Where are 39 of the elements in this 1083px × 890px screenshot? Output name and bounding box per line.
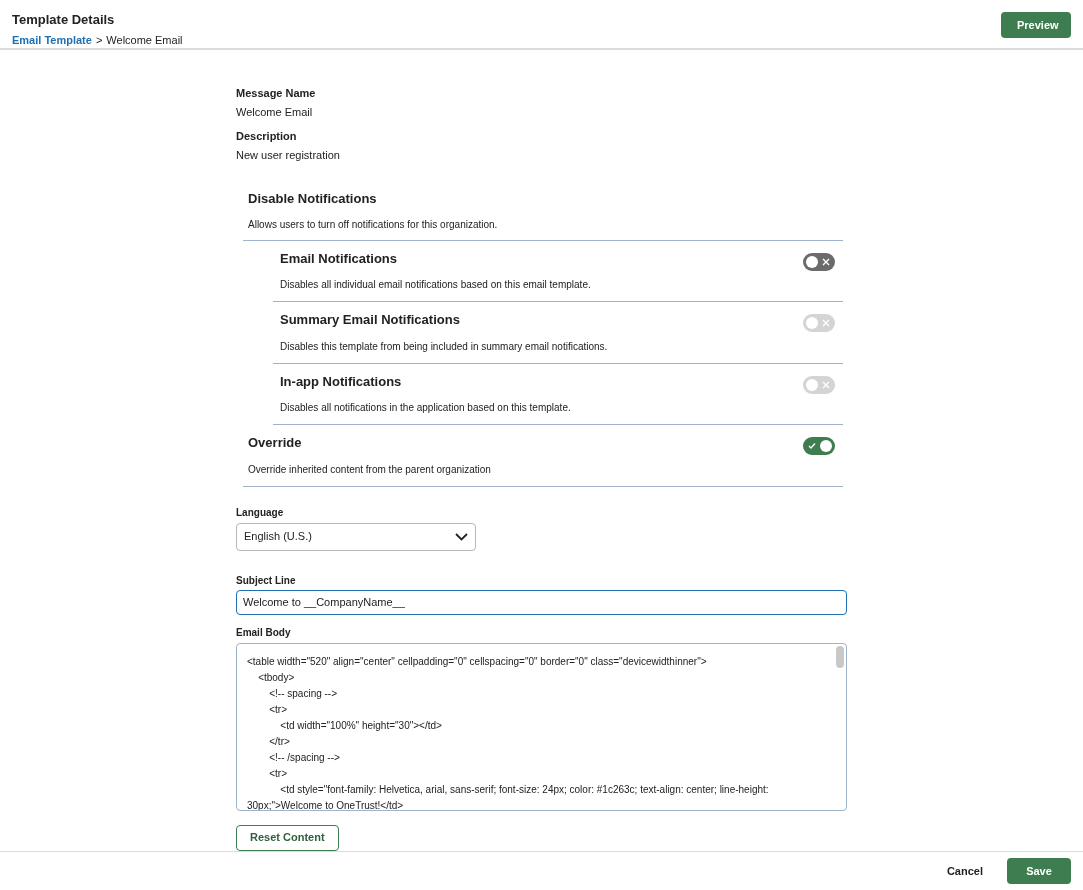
setting-description: Disables all notifications in the application based on this template. [280, 401, 571, 415]
toggle-knob [820, 440, 832, 452]
toggle-knob [806, 255, 818, 268]
save-button[interactable]: Save [1007, 857, 1071, 884]
field-label: Email Body [236, 625, 292, 640]
scrollbar-thumb[interactable] [836, 645, 844, 668]
close-icon [822, 257, 830, 266]
setting-title: Summary Email Notifications [280, 311, 461, 329]
toggle-knob [806, 378, 818, 391]
close-icon [822, 380, 830, 389]
setting-title: Email Notifications [280, 249, 399, 268]
field-value: Welcome Email [236, 104, 314, 120]
breadcrumb-link[interactable]: Email Template [12, 31, 92, 48]
toggle-switch[interactable] [803, 437, 835, 455]
reset-content-button[interactable]: Reset Content [236, 824, 339, 851]
field-label: Description [236, 129, 298, 144]
breadcrumb-separator: > [95, 32, 103, 48]
setting-title: In-app Notifications [280, 372, 403, 391]
section-title: Disable Notifications [248, 190, 378, 208]
section-description: Allows users to turn off notifications for this organization. [248, 217, 499, 232]
preview-button[interactable]: Preview [1001, 12, 1071, 38]
language-dropdown[interactable]: English (U.S.) [236, 522, 476, 551]
setting-title: Override [248, 434, 303, 452]
breadcrumb-current: Welcome Email [106, 32, 183, 48]
field-label: Subject Line [236, 573, 297, 588]
check-icon [808, 442, 816, 450]
toggle-switch[interactable] [803, 252, 835, 271]
field-label: Message Name [236, 86, 317, 101]
setting-description: Override inherited content from the parent organization [248, 462, 491, 477]
setting-description: Disables all individual email notifications based on this email template. [280, 278, 591, 292]
cancel-button[interactable]: Cancel [938, 857, 991, 884]
toggle-knob [806, 317, 818, 329]
close-icon [822, 319, 830, 327]
field-value: New user registration [236, 147, 341, 163]
subject-line-field[interactable]: Welcome to __CompanyName__ [236, 589, 847, 615]
chevron-down-icon [455, 532, 468, 541]
page-title: Template Details [12, 11, 116, 29]
field-label: Language [236, 505, 285, 520]
setting-description: Disables this template from being included in summary email notifications. [280, 339, 608, 354]
